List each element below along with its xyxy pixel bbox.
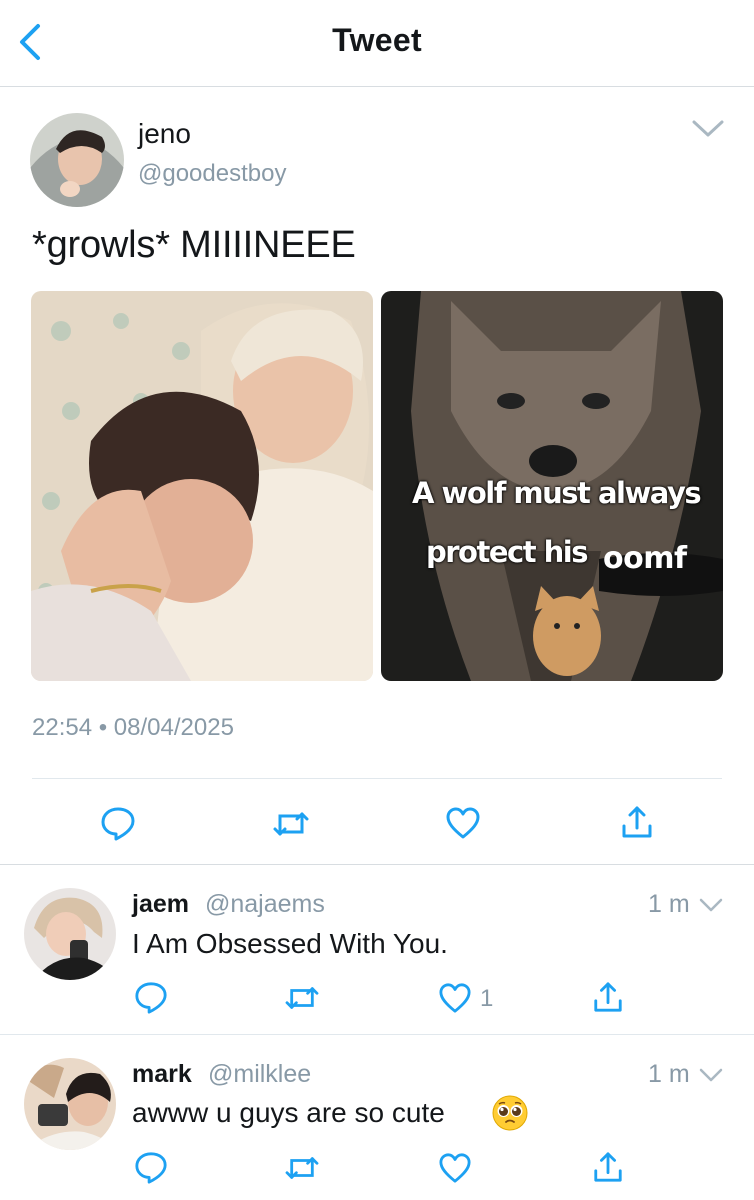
like-button[interactable] [445,806,481,840]
tweet-photo-left[interactable] [31,291,373,681]
reply-avatar[interactable] [24,1058,116,1150]
share-button[interactable] [592,980,624,1014]
reply-author-name[interactable]: jaem [132,890,189,919]
retweet-icon [285,987,319,1009]
heart-icon [439,1153,471,1183]
reply-timestamp: 1 m [648,890,690,918]
meme-caption-highlight: oomf [603,541,687,576]
retweet-button[interactable] [284,983,320,1013]
retweet-icon [285,1157,319,1179]
meme-caption-line1: A wolf must always [412,476,702,510]
reply-avatar[interactable] [24,888,116,980]
heart-icon [446,807,480,839]
heart-icon [439,983,471,1013]
tweet-timestamp: 22:54 • 08/04/2025 [32,714,234,741]
reply-text: I Am Obsessed With You. [132,928,448,959]
share-button[interactable] [592,1150,624,1184]
reply-author-handle[interactable]: @milklee [208,1060,311,1089]
chevron-down-icon [699,898,723,912]
reply-button[interactable] [134,980,168,1014]
divider [32,778,722,779]
chevron-down-icon [692,120,724,137]
reply-timestamp: 1 m [648,1060,690,1088]
reply-icon [135,982,167,1014]
author-handle[interactable]: @goodestboy [138,160,286,188]
reply-button[interactable] [100,805,136,841]
retweet-icon [273,812,309,836]
reply-author-handle[interactable]: @najaems [205,890,325,919]
retweet-button[interactable] [284,1153,320,1183]
chevron-down-icon [699,1068,723,1082]
share-button[interactable] [620,804,654,840]
author-avatar[interactable] [30,113,124,207]
reply-icon [101,807,135,841]
reply-menu-button[interactable] [697,1065,725,1085]
meme-caption-line2: protect his [426,535,589,569]
like-count: 1 [480,985,494,1012]
tweet-text: *growls* MIIIINEEE [32,224,356,266]
tweet-menu-button[interactable] [690,116,726,142]
share-icon [594,1152,622,1182]
retweet-button[interactable] [272,808,310,840]
pleading-face-emoji [492,1095,528,1131]
reply-text: awww u guys are so cute [132,1097,445,1128]
like-button[interactable] [438,982,472,1014]
share-icon [594,982,622,1012]
divider [0,864,754,865]
author-name[interactable]: jeno [138,118,191,150]
divider [0,1034,754,1035]
reply-author-name[interactable]: mark [132,1060,192,1089]
reply-menu-button[interactable] [697,895,725,915]
reply-button[interactable] [134,1150,168,1184]
reply-icon [135,1152,167,1184]
share-icon [622,806,652,838]
like-button[interactable] [438,1152,472,1184]
page-title: Tweet [332,22,422,58]
